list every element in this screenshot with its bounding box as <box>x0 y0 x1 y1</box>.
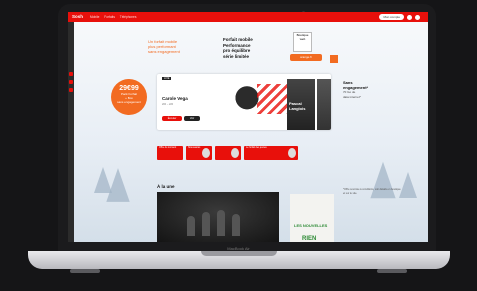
promo-card[interactable] <box>215 146 241 160</box>
left-sidebar <box>68 22 74 242</box>
promo-price: 29€99 <box>119 85 139 92</box>
brand-logo[interactable]: Sosh <box>72 14 83 19</box>
person-figure <box>187 216 195 236</box>
person-figure <box>217 210 225 236</box>
trackpad-notch <box>201 251 277 256</box>
side-offer: Sans engagement* 70 Go de data internet* <box>343 80 368 100</box>
nav-item-mobile[interactable]: Mobile <box>90 15 99 19</box>
red-stripes-decoration <box>257 84 287 114</box>
host-name: Carole Vega <box>162 96 188 101</box>
view-button[interactable]: Voir <box>184 116 200 121</box>
laptop-foot <box>70 269 100 273</box>
hero-tagline: Un forfait mobile plus performant sans e… <box>148 39 180 54</box>
hero-tagline-line: sans engagement <box>148 49 180 54</box>
sidebar-icon[interactable] <box>69 88 73 92</box>
person-figure <box>202 212 210 236</box>
promo-card[interactable]: Offre du moment <box>157 146 183 160</box>
book-title: LES NOUVELLES <box>294 223 328 228</box>
nav-item-phones[interactable]: Téléphones <box>120 15 137 19</box>
orange-square-logo <box>330 55 338 63</box>
promo-line: sans engagement <box>117 100 141 104</box>
main-nav: Mobile Forfaits Téléphones <box>90 15 140 19</box>
promo-row: Offre du moment Nouveautés Le forfait de… <box>157 146 298 160</box>
hero-title-line: pro équilibre <box>223 48 251 53</box>
top-navigation-bar: Sosh Mobile Forfaits Téléphones Mon comp… <box>68 12 428 22</box>
laptop-base <box>28 251 450 269</box>
hero-title-line: Forfait mobile <box>223 37 253 42</box>
promo-card-label: Nouveautés <box>188 147 201 149</box>
hero-title: Forfait mobile Performance pro équilibre… <box>223 37 253 59</box>
promo-card[interactable]: Le forfait des jeunes <box>244 146 298 160</box>
promo-card-label: Le forfait des jeunes <box>246 147 267 149</box>
promo-badge[interactable]: 29€99 Pack Forfait + Box sans engagement <box>111 79 147 115</box>
avatar <box>202 148 210 158</box>
live-tag: LIVE <box>162 77 172 80</box>
footnote: *Offre soumise à conditions, voir détail… <box>343 188 401 195</box>
cart-icon[interactable] <box>415 14 420 20</box>
laptop-foot <box>377 269 407 273</box>
third-host-photo[interactable] <box>317 79 331 130</box>
person-figure <box>232 214 240 236</box>
featured-photo[interactable] <box>157 192 279 242</box>
sidebar-icon[interactable] <box>69 80 73 84</box>
promo-card[interactable]: Nouveautés <box>186 146 212 160</box>
hero-button[interactable]: orange.fr <box>290 54 322 61</box>
section-title: À la une <box>157 184 175 189</box>
nav-item-forfaits[interactable]: Forfaits <box>104 15 115 19</box>
header-actions: Mon compte <box>379 14 420 20</box>
avatar <box>288 148 296 158</box>
side-offer-line: data internet* <box>343 95 361 99</box>
user-icon[interactable] <box>407 14 412 20</box>
hero-title-line: série limitée <box>223 53 250 59</box>
sticker-line: web <box>299 37 306 41</box>
listen-button[interactable]: Écouter <box>162 116 182 121</box>
account-button[interactable]: Mon compte <box>379 14 404 20</box>
boutique-sticker: Boutique web <box>293 32 312 52</box>
book-cover[interactable]: LES NOUVELLES RIEN <box>290 194 334 242</box>
promo-card-label: Offre du moment <box>159 147 177 149</box>
live-card: LIVE Carole Vega 20h – 22h Écouter Voir … <box>157 74 331 130</box>
screen: Sosh Mobile Forfaits Téléphones Mon comp… <box>68 12 428 242</box>
show-time: 20h – 22h <box>162 103 174 106</box>
tree-decoration <box>106 168 130 202</box>
sidebar-icon[interactable] <box>69 72 73 76</box>
avatar <box>231 148 239 158</box>
second-host-photo[interactable]: Pascal Langlois <box>287 79 315 130</box>
second-host-name: Pascal Langlois <box>289 101 306 111</box>
book-title-word: RIEN <box>302 236 317 242</box>
